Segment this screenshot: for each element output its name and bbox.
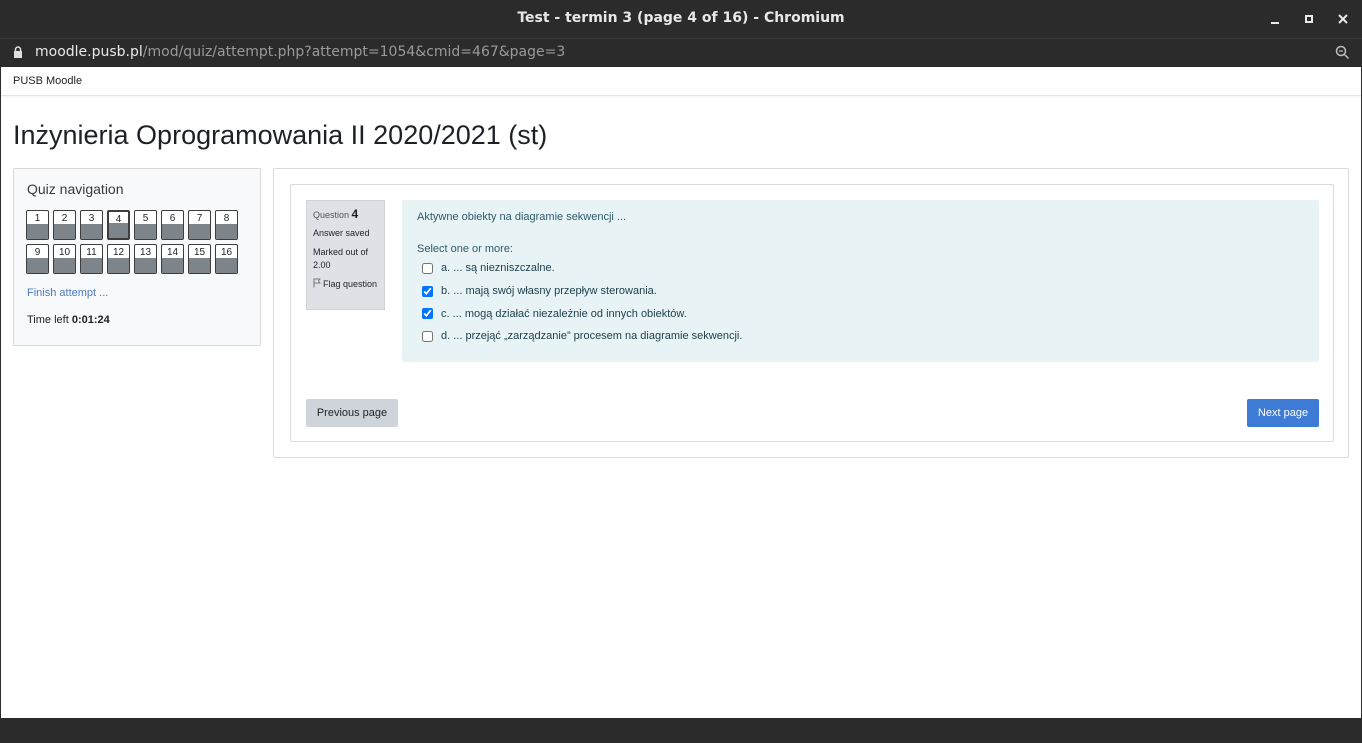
- question-button-16[interactable]: 16: [215, 244, 238, 274]
- question-button-8[interactable]: 8: [215, 210, 238, 240]
- next-page-button[interactable]: Next page: [1247, 399, 1319, 427]
- answer-checkbox[interactable]: [422, 285, 433, 297]
- answer-checkbox[interactable]: [422, 262, 433, 274]
- question-answered-indicator: [135, 258, 156, 273]
- question-label: Question: [313, 210, 350, 220]
- question-text: Aktywne obiekty na diagramie sekwencji .…: [417, 211, 627, 223]
- answer-checkbox[interactable]: [422, 308, 433, 320]
- question-number: Question 4: [313, 207, 378, 221]
- question-info: Question 4 Answer saved Marked out of 2.…: [306, 200, 385, 310]
- answer-option-d[interactable]: d. ... przejąć „zarządzanie” procesem na…: [417, 325, 1304, 348]
- question-button-14[interactable]: 14: [161, 244, 184, 274]
- question-answered-indicator: [189, 258, 210, 273]
- question-answered-indicator: [216, 224, 237, 239]
- question-button-11[interactable]: 11: [80, 244, 103, 274]
- question-button-12[interactable]: 12: [107, 244, 130, 274]
- question-button-1[interactable]: 1: [26, 210, 49, 240]
- answer-option-a[interactable]: a. ... są niezniszczalne.: [417, 257, 1304, 280]
- zoom-icon[interactable]: [1335, 45, 1350, 65]
- question-button-7[interactable]: 7: [188, 210, 211, 240]
- question-answered-indicator: [135, 224, 156, 239]
- question-button-2[interactable]: 2: [53, 210, 76, 240]
- page-title: Inżynieria Oprogramowania II 2020/2021 (…: [13, 120, 548, 150]
- site-brand-link[interactable]: PUSB Moodle: [13, 75, 82, 87]
- answer-option-b[interactable]: b. ... mają swój własny przepływ sterowa…: [417, 280, 1304, 303]
- question-button-4[interactable]: 4: [107, 210, 130, 240]
- question-answered-indicator: [162, 224, 183, 239]
- question-answered-indicator: [108, 258, 129, 273]
- bottom-bar: [0, 718, 1362, 743]
- question-button-5[interactable]: 5: [134, 210, 157, 240]
- url-text[interactable]: moodle.pusb.pl/mod/quiz/attempt.php?atte…: [35, 44, 565, 60]
- lock-icon: [13, 46, 23, 64]
- question-answered-indicator: [81, 258, 102, 273]
- time-left: Time left 0:01:24: [27, 314, 110, 326]
- url-path: /mod/quiz/attempt.php?attempt=1054&cmid=…: [142, 44, 566, 60]
- time-left-value: 0:01:24: [71, 314, 110, 326]
- address-bar[interactable]: moodle.pusb.pl/mod/quiz/attempt.php?atte…: [0, 38, 1362, 67]
- question-content: Aktywne obiekty na diagramie sekwencji .…: [402, 200, 1319, 362]
- window-titlebar: Test - termin 3 (page 4 of 16) - Chromiu…: [0, 0, 1362, 38]
- flag-question-toggle[interactable]: Flag question: [313, 278, 378, 292]
- previous-page-button[interactable]: Previous page: [306, 399, 398, 427]
- question-answered-indicator: [189, 224, 210, 239]
- close-icon[interactable]: [1335, 11, 1351, 27]
- question-answered-indicator: [162, 258, 183, 273]
- url-host: moodle.pusb.pl: [35, 44, 143, 60]
- answer-label[interactable]: c. ... mogą działać niezależnie od innyc…: [441, 308, 687, 320]
- question-answered-indicator: [54, 258, 75, 273]
- page-content: PUSB Moodle Inżynieria Oprogramowania II…: [1, 67, 1361, 718]
- answer-option-c[interactable]: c. ... mogą działać niezależnie od innyc…: [417, 302, 1304, 325]
- answer-label[interactable]: a. ... są niezniszczalne.: [441, 262, 555, 274]
- question-answered-indicator: [109, 223, 128, 238]
- maximize-icon[interactable]: [1301, 11, 1317, 27]
- minimize-icon[interactable]: [1267, 11, 1283, 27]
- finish-attempt-link[interactable]: Finish attempt ...: [27, 287, 108, 299]
- quiz-navigation-title: Quiz navigation: [27, 181, 124, 197]
- site-navbar: PUSB Moodle: [1, 67, 1361, 96]
- time-left-label: Time left: [27, 314, 69, 326]
- question-answered-indicator: [216, 258, 237, 273]
- question-button-13[interactable]: 13: [134, 244, 157, 274]
- flag-icon: [313, 278, 323, 292]
- question-answered-indicator: [54, 224, 75, 239]
- question-answered-indicator: [27, 258, 48, 273]
- question-number-value: 4: [351, 207, 359, 221]
- question-button-15[interactable]: 15: [188, 244, 211, 274]
- answer-prompt: Select one or more:: [417, 243, 513, 255]
- answer-label[interactable]: b. ... mają swój własny przepływ sterowa…: [441, 285, 657, 297]
- question-container: Question 4 Answer saved Marked out of 2.…: [290, 184, 1334, 442]
- question-button-10[interactable]: 10: [53, 244, 76, 274]
- question-button-9[interactable]: 9: [26, 244, 49, 274]
- answer-list: a. ... są niezniszczalne. b. ... mają swó…: [417, 257, 1304, 348]
- question-marks: Marked out of 2.00: [313, 247, 369, 270]
- question-button-3[interactable]: 3: [80, 210, 103, 240]
- question-answered-indicator: [81, 224, 102, 239]
- question-answered-indicator: [27, 224, 48, 239]
- quiz-navigation-block: Quiz navigation 1 2 3 4 5 6 7 8 9 10 11 12 13 14 15 16 …: [13, 168, 261, 346]
- question-status: Answer saved: [313, 228, 370, 238]
- answer-label[interactable]: d. ... przejąć „zarządzanie” procesem na…: [441, 330, 742, 342]
- answer-checkbox[interactable]: [422, 330, 433, 342]
- flag-question-label: Flag question: [323, 279, 378, 289]
- question-button-6[interactable]: 6: [161, 210, 184, 240]
- window-title: Test - termin 3 (page 4 of 16) - Chromiu…: [517, 10, 845, 26]
- quiz-main-region: Question 4 Answer saved Marked out of 2.…: [273, 168, 1349, 458]
